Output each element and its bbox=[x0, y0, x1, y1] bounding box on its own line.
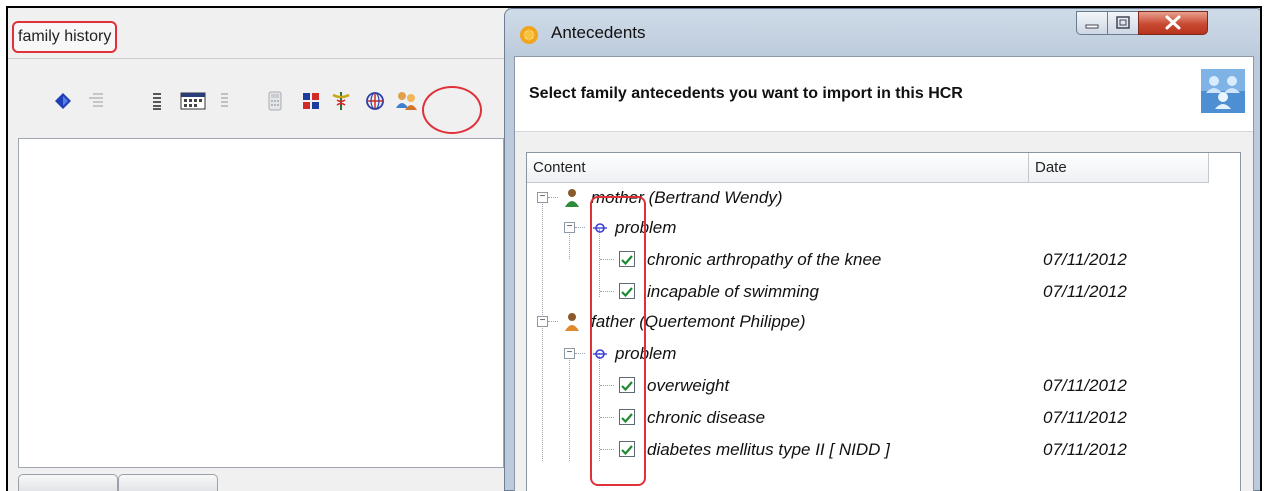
item-label: incapable of swimming bbox=[647, 282, 819, 301]
grid-icon[interactable] bbox=[300, 90, 322, 112]
calendar-icon[interactable] bbox=[179, 90, 207, 112]
caduceus-icon[interactable] bbox=[330, 90, 352, 112]
close-button[interactable] bbox=[1138, 11, 1208, 35]
collapse-icon[interactable]: − bbox=[564, 348, 575, 359]
tree-line bbox=[575, 227, 585, 228]
dialog-heading: Select family antecedents you want to im… bbox=[529, 85, 963, 102]
list-light-icon[interactable] bbox=[216, 90, 238, 112]
item-date: 07/11/2012 bbox=[1043, 282, 1127, 301]
family-tree-icon bbox=[1201, 69, 1245, 113]
collapse-icon[interactable]: − bbox=[537, 316, 548, 327]
item-date: 07/11/2012 bbox=[1043, 376, 1127, 395]
screenshot-frame: family history Antecedents Select family… bbox=[6, 6, 1262, 491]
tree-line bbox=[548, 321, 558, 322]
globe-icon[interactable] bbox=[364, 90, 386, 112]
family-icon[interactable] bbox=[394, 90, 420, 112]
app-icon bbox=[520, 26, 538, 44]
person-orange-icon bbox=[565, 313, 579, 331]
person-green-icon bbox=[565, 189, 579, 207]
column-header-date[interactable]: Date bbox=[1029, 153, 1209, 183]
list-icon[interactable] bbox=[149, 90, 171, 112]
item-label: overweight bbox=[647, 376, 730, 395]
calculator-icon[interactable] bbox=[264, 90, 286, 112]
bottom-tab-1[interactable] bbox=[18, 474, 118, 491]
minimize-icon bbox=[1085, 24, 1099, 29]
dialog-title: Antecedents bbox=[551, 23, 646, 42]
divider bbox=[8, 58, 508, 59]
maximize-icon bbox=[1116, 16, 1130, 29]
diamond-icon[interactable] bbox=[52, 90, 74, 112]
family-history-content[interactable] bbox=[18, 138, 504, 468]
bottom-tab-2[interactable] bbox=[118, 474, 218, 491]
close-icon bbox=[1165, 15, 1181, 30]
item-date: 07/11/2012 bbox=[1043, 250, 1127, 269]
column-header-content[interactable]: Content bbox=[527, 153, 1029, 183]
tree-line bbox=[548, 197, 558, 198]
item-label: diabetes mellitus type II [ NIDD ] bbox=[647, 440, 890, 459]
antecedents-dialog: Antecedents Select family antecedents yo… bbox=[504, 8, 1260, 491]
collapse-icon[interactable]: − bbox=[537, 192, 548, 203]
item-date: 07/11/2012 bbox=[1043, 440, 1127, 459]
highlight-checkbox-column bbox=[590, 196, 646, 486]
dialog-header: Select family antecedents you want to im… bbox=[515, 57, 1253, 132]
tree-line bbox=[575, 353, 585, 354]
collapse-icon[interactable]: − bbox=[564, 222, 575, 233]
minimize-button[interactable] bbox=[1076, 11, 1108, 35]
item-label: chronic disease bbox=[647, 408, 766, 427]
family-history-panel: family history bbox=[8, 8, 509, 491]
item-date: 07/11/2012 bbox=[1043, 408, 1127, 427]
item-label: chronic arthropathy of the knee bbox=[647, 250, 882, 269]
maximize-button[interactable] bbox=[1107, 11, 1139, 35]
list-indent-icon[interactable] bbox=[84, 90, 106, 112]
highlight-circle bbox=[422, 86, 482, 134]
panel-title: family history bbox=[12, 21, 118, 53]
